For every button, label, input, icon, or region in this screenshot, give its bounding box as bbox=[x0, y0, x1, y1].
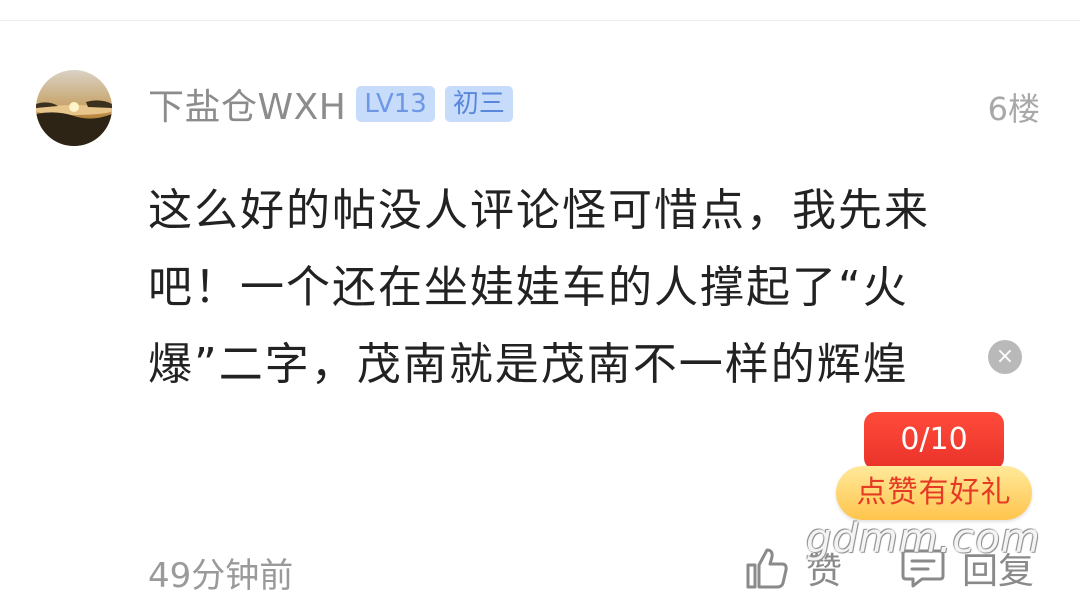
grade-badge: 初三 bbox=[444, 86, 513, 122]
floor-number: 6楼 bbox=[987, 90, 1040, 128]
comment-header: 下盐仓WXH LV13 初三 bbox=[148, 82, 513, 128]
close-promo-button[interactable]: × bbox=[988, 340, 1022, 374]
promo-counter: 0/10 bbox=[864, 412, 1004, 470]
comment-content: 这么好的帖没人评论怪可惜点，我先来吧！一个还在坐娃娃车的人撑起了“火爆”二字，茂… bbox=[148, 185, 930, 390]
level-badge: LV13 bbox=[356, 86, 435, 122]
username[interactable]: 下盐仓WXH bbox=[148, 78, 346, 130]
comment-timestamp: 49分钟前 bbox=[148, 556, 294, 596]
divider bbox=[0, 20, 1080, 21]
promo-label: 点赞有好礼 bbox=[836, 466, 1032, 520]
user-avatar[interactable] bbox=[36, 70, 112, 146]
comment-page: 下盐仓WXH LV13 初三 6楼 这么好的帖没人评论怪可惜点，我先来吧！一个还… bbox=[0, 0, 1080, 602]
thumbs-up-icon bbox=[746, 548, 788, 589]
like-reward-promo[interactable]: 0/10 点赞有好礼 bbox=[836, 412, 1032, 520]
sunset-avatar-icon bbox=[36, 70, 112, 146]
site-watermark: gdmm.com bbox=[806, 516, 1041, 562]
